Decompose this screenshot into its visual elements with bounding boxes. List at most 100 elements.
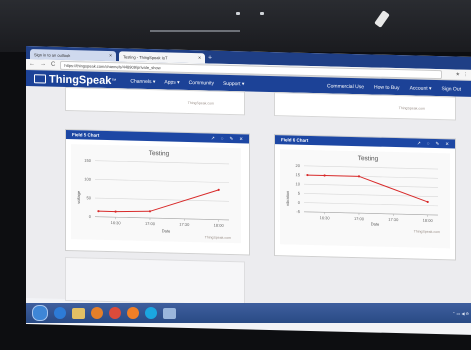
edit-icon[interactable]: ✎ [229,135,233,141]
panel-tools: ↗ ◌ ✎ ✕ [211,135,249,142]
nav-sign-out[interactable]: Sign Out [442,86,461,92]
x-tick-label: 16:30 [111,220,122,225]
thingspeak-credit[interactable]: ThingSpeak.com [414,229,440,234]
y-tick-label: 20 [296,163,301,168]
y-tick-label: 50 [87,195,92,200]
x-tick-label: 18:00 [423,218,434,223]
data-point [357,175,361,178]
x-tick-label: 17:00 [145,221,156,226]
windows-taskbar: ⌃ ▭ ◀ ⟰ [26,303,471,323]
gridline [304,165,438,170]
y-tick-label: 10 [296,181,301,186]
x-tick-label: 18:00 [214,223,225,228]
thingspeak-credit[interactable]: ThingSpeak.com [205,235,231,240]
previous-chart-panel: ThingSpeak.com [65,86,245,116]
data-point [217,188,220,191]
ceiling-background [0,0,471,52]
gridline [304,202,438,207]
tab-label: Sign in to an outlook [34,51,71,58]
browser-tab[interactable]: Sign in to an outlook × [30,49,116,62]
nav-commercial-use[interactable]: Commercial Use [327,83,364,90]
panel-header: Field 5 Chart ↗ ◌ ✎ ✕ [66,129,249,144]
y-tick-label: 0 [298,200,301,205]
gridline [95,160,229,165]
browser-tab-active[interactable]: Testing - ThingSpeak IoT × [119,51,205,64]
previous-chart-panel: ThingSpeak.com [274,92,456,121]
chart-area: Testing vibration Date ThingSpeak.com -5… [280,149,450,249]
x-axis-label: Date [162,228,171,233]
data-point [114,210,117,213]
panel-title: Field 6 Chart [281,137,309,143]
edit-icon[interactable]: ✎ [435,141,439,147]
y-tick-label: 0 [89,214,92,219]
data-point [97,210,100,213]
y-tick-label: 150 [84,158,91,163]
nav-support[interactable]: Support ▾ [223,80,244,87]
gridline [304,193,438,197]
nav-account[interactable]: Account ▾ [410,85,432,92]
menu-icon[interactable]: ⋮ [463,72,468,78]
internet-explorer-icon[interactable] [54,307,66,319]
firefox-icon[interactable] [127,307,139,319]
nav-channels[interactable]: Channels ▾ [130,78,155,85]
gridline [95,197,229,202]
close-icon[interactable]: ✕ [239,136,243,142]
thingspeak-logo[interactable]: ThingSpeak ™ [34,73,116,87]
y-tick-label: 15 [296,172,301,177]
y-axis-label: vibration [285,191,290,206]
nav-how-to-buy[interactable]: How to Buy [374,84,400,91]
thingspeak-credit[interactable]: ThingSpeak.com [188,101,214,106]
comment-icon[interactable]: ◌ [427,140,430,146]
chart-title: Testing [358,155,379,163]
panel-header: Field 6 Chart ↗ ◌ ✎ ✕ [275,135,455,149]
logo-text: ThingSpeak [49,73,112,87]
start-button[interactable] [32,305,48,321]
channel-page: ThingSpeak.com ThingSpeak.com Field 5 Ch… [26,86,471,309]
series-line [307,174,428,203]
external-link-icon[interactable]: ↗ [211,135,215,141]
data-point [426,200,429,204]
tab-close-icon[interactable]: × [198,55,201,61]
ceiling-led [236,12,240,15]
y-tick-label: -5 [296,209,300,214]
external-link-icon[interactable]: ↗ [417,140,421,146]
forward-icon[interactable]: → [40,61,46,67]
skype-icon[interactable] [145,307,157,319]
data-point [148,210,152,213]
chrome-icon[interactable] [109,307,121,319]
x-tick-label: 17:00 [354,216,365,221]
field-6-line-chart: Testing vibration Date ThingSpeak.com -5… [285,155,440,234]
y-axis-label: voltage [76,190,81,204]
paint-icon[interactable] [163,307,176,319]
nav-right: Commercial Use How to Buy Account ▾ Sign… [327,83,471,93]
gridline [304,183,438,188]
field-5-line-chart: Testing voltage Date ThingSpeak.com 0 50 1… [76,150,231,240]
nav-community[interactable]: Community [189,79,214,86]
ceiling-light [374,10,390,28]
chart-area: Testing voltage Date ThingSpeak.com 0 50 1… [71,144,241,244]
close-icon[interactable]: ✕ [445,141,449,147]
tab-close-icon[interactable]: × [109,53,112,59]
new-tab-button[interactable]: + [208,53,212,63]
back-icon[interactable]: ← [29,61,35,67]
comment-icon[interactable]: ◌ [221,135,224,141]
ceiling-led [260,12,264,15]
y-tick-label: 5 [298,191,301,196]
star-icon[interactable]: ★ [456,71,460,77]
data-point [323,174,326,177]
x-tick-label: 17:30 [388,217,399,222]
x-tick-label: 17:30 [179,222,190,227]
monitor-screen: Sign in to an outlook × Testing - ThingS… [26,46,471,335]
media-player-icon[interactable] [91,307,103,319]
gridline [95,179,229,183]
nav-apps[interactable]: Apps ▾ [164,79,179,85]
y-tick-label: 100 [84,176,91,181]
chart-title: Testing [149,150,170,158]
panel-tools: ↗ ◌ ✎ ✕ [417,140,455,147]
reload-icon[interactable]: C [51,62,55,68]
thingspeak-credit[interactable]: ThingSpeak.com [399,106,425,111]
empty-chart-panel [65,256,245,306]
folder-icon[interactable] [72,307,85,319]
data-point [306,173,309,177]
system-tray[interactable]: ⌃ ▭ ◀ ⟰ [452,311,469,316]
